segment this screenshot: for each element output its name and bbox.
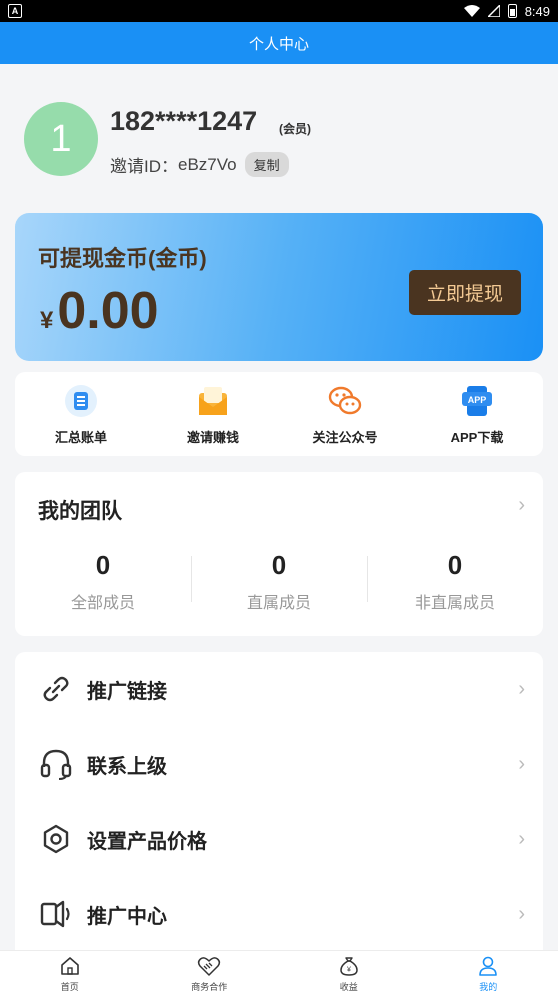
team-stats: 0 全部成员 0 直属成员 0 非直属成员	[15, 550, 543, 612]
stat-value: 0	[447, 550, 463, 580]
invite-id: eBz7Vo	[178, 154, 237, 174]
quick-action-wechat[interactable]: 关注公众号	[279, 372, 411, 456]
avatar[interactable]: 1	[24, 102, 98, 176]
tab-earnings[interactable]: ¥ 收益	[279, 951, 419, 996]
tab-label: 我的	[479, 982, 498, 992]
wifi-icon	[463, 5, 480, 17]
coin-amount: 0.00	[57, 282, 159, 340]
chevron-right-icon: ›	[518, 494, 525, 516]
tab-home[interactable]: 首页	[0, 951, 140, 996]
app-notification-icon: A	[8, 4, 22, 18]
quick-action-invite[interactable]: 邀请赚钱	[147, 372, 279, 456]
invite-row: 邀请ID： eBz7Vo 复制	[110, 152, 289, 177]
menu-item-label: 推广中心	[87, 905, 167, 928]
clock: 8:49	[524, 3, 550, 19]
coin-balance: ¥ 0.00	[40, 281, 159, 341]
handshake-icon	[197, 954, 221, 978]
profile-section: 1 182****1247 (会员) 邀请ID： eBz7Vo 复制	[0, 64, 558, 210]
tab-label: 收益	[339, 982, 358, 992]
status-bar: A 8:49	[0, 0, 558, 22]
menu-item-label: 联系上级	[87, 755, 167, 778]
speaker-icon	[37, 895, 75, 933]
quick-action-label: 邀请赚钱	[186, 430, 239, 445]
menu-item-promo-link[interactable]: 推广链接 ›	[15, 652, 543, 726]
money-bag-icon: ¥	[337, 954, 361, 978]
coin-card: 可提现金币(金币) ¥ 0.00 立即提现	[15, 213, 543, 361]
invite-label: 邀请ID：	[110, 157, 178, 176]
chevron-right-icon: ›	[518, 827, 525, 850]
app-download-icon: APP	[458, 382, 496, 420]
currency-symbol: ¥	[40, 307, 54, 334]
member-role: (会员)	[279, 122, 311, 136]
link-icon	[37, 670, 75, 708]
menu-item-label: 推广链接	[87, 680, 167, 703]
quick-action-app-download[interactable]: APP APP下载	[411, 372, 543, 456]
team-stat-indirect[interactable]: 0 非直属成员	[367, 550, 543, 612]
quick-action-label: 关注公众号	[312, 430, 378, 445]
menu-item-promo-center[interactable]: 推广中心 ›	[15, 877, 543, 951]
menu-list: 推广链接 › 联系上级 › 设置产品价格 › 推广中心 ›	[15, 652, 543, 952]
tab-bar: 首页 商务合作 ¥ 收益 我的	[0, 950, 558, 996]
team-stat-direct[interactable]: 0 直属成员	[191, 550, 367, 612]
signal-icon	[487, 5, 500, 17]
headset-icon	[37, 745, 75, 783]
quick-action-label: 汇总账单	[54, 430, 107, 445]
menu-item-contact-upline[interactable]: 联系上级 ›	[15, 727, 543, 801]
stat-label: 直属成员	[246, 595, 311, 612]
settings-icon	[37, 820, 75, 858]
team-title: 我的团队	[38, 500, 122, 523]
bill-icon	[62, 382, 100, 420]
tab-label: 商务合作	[191, 982, 228, 992]
stat-value: 0	[95, 550, 111, 580]
team-card[interactable]: 我的团队 › 0 全部成员 0 直属成员 0 非直属成员	[15, 472, 543, 636]
status-right: 8:49	[463, 3, 550, 19]
copy-button[interactable]: 复制	[244, 152, 289, 177]
menu-item-set-price[interactable]: 设置产品价格 ›	[15, 802, 543, 876]
app-badge-text: APP	[468, 395, 487, 405]
quick-action-bill[interactable]: 汇总账单	[15, 372, 147, 456]
money-bag-glyph: ¥	[347, 967, 351, 974]
chevron-right-icon: ›	[518, 752, 525, 775]
wechat-icon	[326, 382, 364, 420]
chevron-right-icon: ›	[518, 677, 525, 700]
envelope-icon	[194, 382, 232, 420]
battery-icon	[507, 4, 517, 18]
stat-label: 全部成员	[70, 595, 135, 612]
stat-value: 0	[271, 550, 287, 580]
user-phone: 182****1247	[110, 106, 258, 136]
quick-actions: 汇总账单 邀请赚钱 关注公众号 APP APP下载	[15, 372, 543, 456]
withdraw-button[interactable]: 立即提现	[409, 270, 521, 315]
tab-label: 首页	[60, 982, 79, 992]
quick-action-label: APP下载	[450, 430, 504, 445]
team-stat-all[interactable]: 0 全部成员	[15, 550, 191, 612]
chevron-right-icon: ›	[518, 902, 525, 925]
menu-item-label: 设置产品价格	[87, 830, 207, 853]
tab-mine[interactable]: 我的	[419, 951, 558, 996]
nav-bar: 个人中心	[0, 22, 558, 64]
stat-label: 非直属成员	[414, 595, 495, 612]
home-icon	[58, 954, 82, 978]
coin-title: 可提现金币(金币)	[38, 246, 207, 271]
page-title: 个人中心	[248, 35, 309, 53]
tab-business[interactable]: 商务合作	[140, 951, 280, 996]
user-icon	[476, 954, 500, 978]
